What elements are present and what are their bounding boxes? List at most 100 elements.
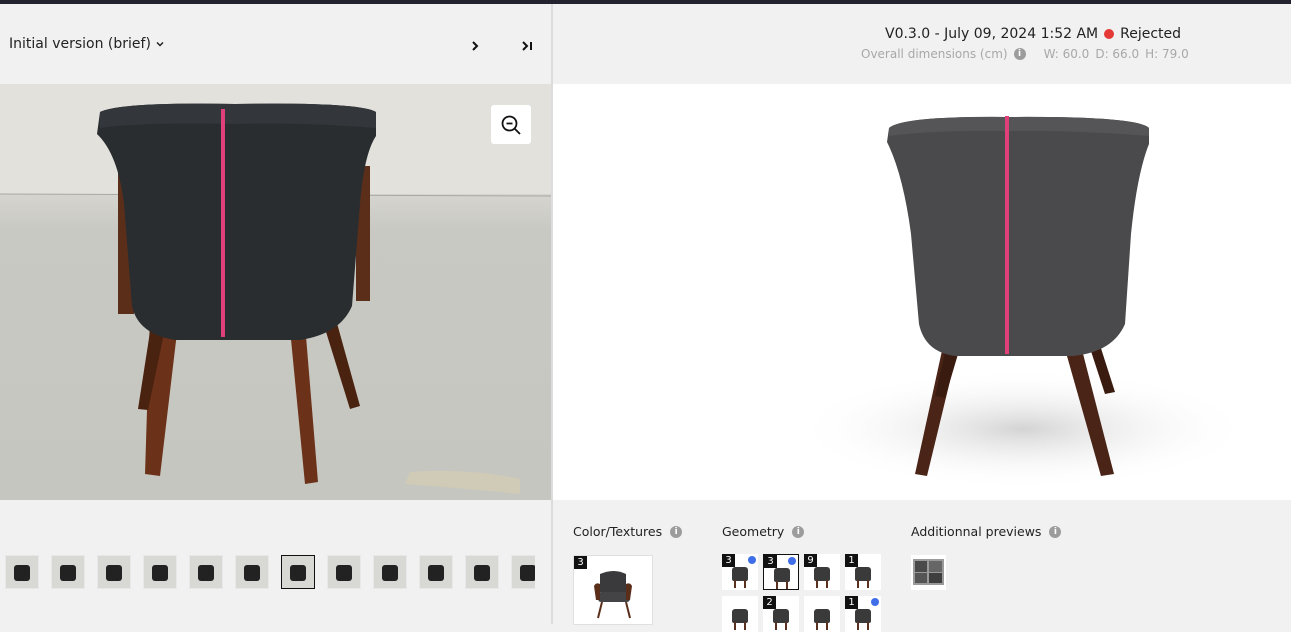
reference-photo bbox=[0, 84, 551, 500]
thumbnail-chair-image bbox=[336, 565, 352, 581]
thumbnail-chair-image bbox=[106, 565, 122, 581]
reference-panel: Initial version (brief) bbox=[0, 4, 551, 624]
thumbnail-chair-image bbox=[14, 565, 30, 581]
thumbnail-1[interactable] bbox=[5, 555, 39, 589]
dimension-depth: D: 66.0 bbox=[1095, 47, 1140, 61]
dimension-height: H: 79.0 bbox=[1145, 47, 1189, 61]
thumbnail-chair-image bbox=[198, 565, 214, 581]
geometry-chair-image bbox=[855, 567, 871, 581]
geometry-count-badge: 2 bbox=[763, 596, 776, 609]
chair-leg bbox=[857, 580, 859, 588]
dimensions-label: Overall dimensions (cm) bbox=[861, 47, 1008, 61]
thumbnail-chair-image bbox=[428, 565, 444, 581]
thumbnail-chair-image bbox=[60, 565, 76, 581]
geometry-grid: 3 3 9 1 2 1 bbox=[722, 554, 882, 632]
chair-leg bbox=[867, 580, 869, 588]
skip-to-end-icon bbox=[522, 41, 532, 51]
version-info: V0.3.0 - July 09, 2024 1:52 AM Rejected bbox=[885, 26, 1181, 42]
geometry-count-badge: 1 bbox=[845, 554, 858, 567]
thumbnail-chair-image bbox=[290, 565, 306, 581]
swatch-count-badge: 3 bbox=[574, 556, 587, 569]
chair-leg bbox=[785, 622, 787, 630]
thumbnail-7[interactable] bbox=[281, 555, 315, 589]
dimensions-info: Overall dimensions (cm) i W: 60.0 D: 66.… bbox=[861, 47, 1189, 61]
reference-chair-image bbox=[0, 84, 551, 494]
geometry-item-7[interactable] bbox=[804, 596, 840, 632]
last-button[interactable] bbox=[517, 36, 537, 56]
chair-leg bbox=[734, 580, 736, 588]
dimension-width: W: 60.0 bbox=[1043, 47, 1090, 61]
notification-dot bbox=[748, 556, 756, 564]
thumbnail-chair-image bbox=[152, 565, 168, 581]
info-icon[interactable]: i bbox=[1049, 525, 1062, 538]
info-icon[interactable]: i bbox=[670, 525, 683, 538]
geometry-chair-image bbox=[773, 609, 789, 623]
geometry-count-badge: 3 bbox=[764, 555, 777, 568]
thumbnail-chair-image bbox=[382, 565, 398, 581]
additional-preview-thumbnail[interactable] bbox=[911, 555, 946, 590]
notification-dot bbox=[788, 557, 796, 565]
rendered-chair-image bbox=[793, 116, 1253, 489]
version-select-label: Initial version (brief) bbox=[9, 36, 151, 52]
chair-leg bbox=[775, 622, 777, 630]
thumbnail-2[interactable] bbox=[51, 555, 85, 589]
thumbnail-10[interactable] bbox=[419, 555, 453, 589]
zoom-out-button[interactable] bbox=[491, 105, 531, 144]
next-button[interactable] bbox=[465, 36, 485, 56]
geometry-item-2[interactable]: 3 bbox=[763, 554, 799, 590]
thumbnail-chair-image bbox=[474, 565, 490, 581]
info-icon[interactable]: i bbox=[1013, 48, 1026, 60]
chair-leg bbox=[776, 581, 778, 589]
geometry-item-3[interactable]: 9 bbox=[804, 554, 840, 590]
geometry-chair-image bbox=[814, 567, 830, 581]
chair-leg bbox=[734, 622, 736, 630]
chair-leg bbox=[816, 622, 818, 630]
thumbnail-8[interactable] bbox=[327, 555, 361, 589]
geometry-count-badge: 1 bbox=[845, 596, 858, 609]
thumbnail-chair-image bbox=[244, 565, 260, 581]
thumbnail-3[interactable] bbox=[97, 555, 131, 589]
info-icon[interactable]: i bbox=[792, 525, 805, 538]
thumbnail-6[interactable] bbox=[235, 555, 269, 589]
version-select[interactable]: Initial version (brief) bbox=[9, 36, 165, 52]
geometry-chair-image bbox=[774, 568, 790, 582]
geometry-chair-image bbox=[732, 609, 748, 623]
geometry-chair-image bbox=[732, 567, 748, 581]
geometry-count-badge: 9 bbox=[804, 554, 817, 567]
previews-title: Additionnal previews bbox=[911, 524, 1042, 539]
chair-leg bbox=[816, 580, 818, 588]
geometry-item-5[interactable] bbox=[722, 596, 758, 632]
thumbnail-4[interactable] bbox=[143, 555, 177, 589]
status-badge: Rejected bbox=[1120, 26, 1182, 42]
render-panel: V0.3.0 - July 09, 2024 1:52 AM Rejected … bbox=[553, 4, 1291, 632]
thumbnail-chair-image bbox=[520, 565, 535, 581]
zoom-out-icon bbox=[501, 115, 521, 135]
geometry-item-8[interactable]: 1 bbox=[845, 596, 881, 632]
thumbnail-5[interactable] bbox=[189, 555, 223, 589]
geometry-count-badge: 3 bbox=[722, 554, 735, 567]
previews-section-title: Additionnal previews i bbox=[911, 524, 1062, 539]
geometry-chair-image bbox=[814, 609, 830, 623]
geometry-item-1[interactable]: 3 bbox=[722, 554, 758, 590]
rendered-model bbox=[553, 84, 1291, 500]
render-header: V0.3.0 - July 09, 2024 1:52 AM Rejected … bbox=[553, 4, 1291, 84]
chevron-down-icon bbox=[156, 41, 164, 47]
chair-leg bbox=[857, 622, 859, 630]
notification-dot bbox=[871, 598, 879, 606]
color-texture-swatch[interactable]: 3 bbox=[573, 555, 653, 625]
version-text: V0.3.0 - July 09, 2024 1:52 AM bbox=[885, 26, 1099, 42]
status-dot bbox=[1104, 29, 1115, 39]
geometry-section-title: Geometry i bbox=[722, 524, 805, 539]
chair-leg bbox=[786, 581, 788, 589]
geometry-item-4[interactable]: 1 bbox=[845, 554, 881, 590]
chair-leg bbox=[826, 580, 828, 588]
chair-leg bbox=[744, 622, 746, 630]
geometry-item-6[interactable]: 2 bbox=[763, 596, 799, 632]
thumbnail-11[interactable] bbox=[465, 555, 499, 589]
thumbnail-12[interactable] bbox=[511, 555, 535, 589]
color-textures-title: Color/Textures bbox=[573, 524, 663, 539]
geometry-chair-image bbox=[855, 609, 871, 623]
thumbnail-strip bbox=[5, 555, 535, 591]
thumbnail-9[interactable] bbox=[373, 555, 407, 589]
geometry-title: Geometry bbox=[722, 524, 785, 539]
